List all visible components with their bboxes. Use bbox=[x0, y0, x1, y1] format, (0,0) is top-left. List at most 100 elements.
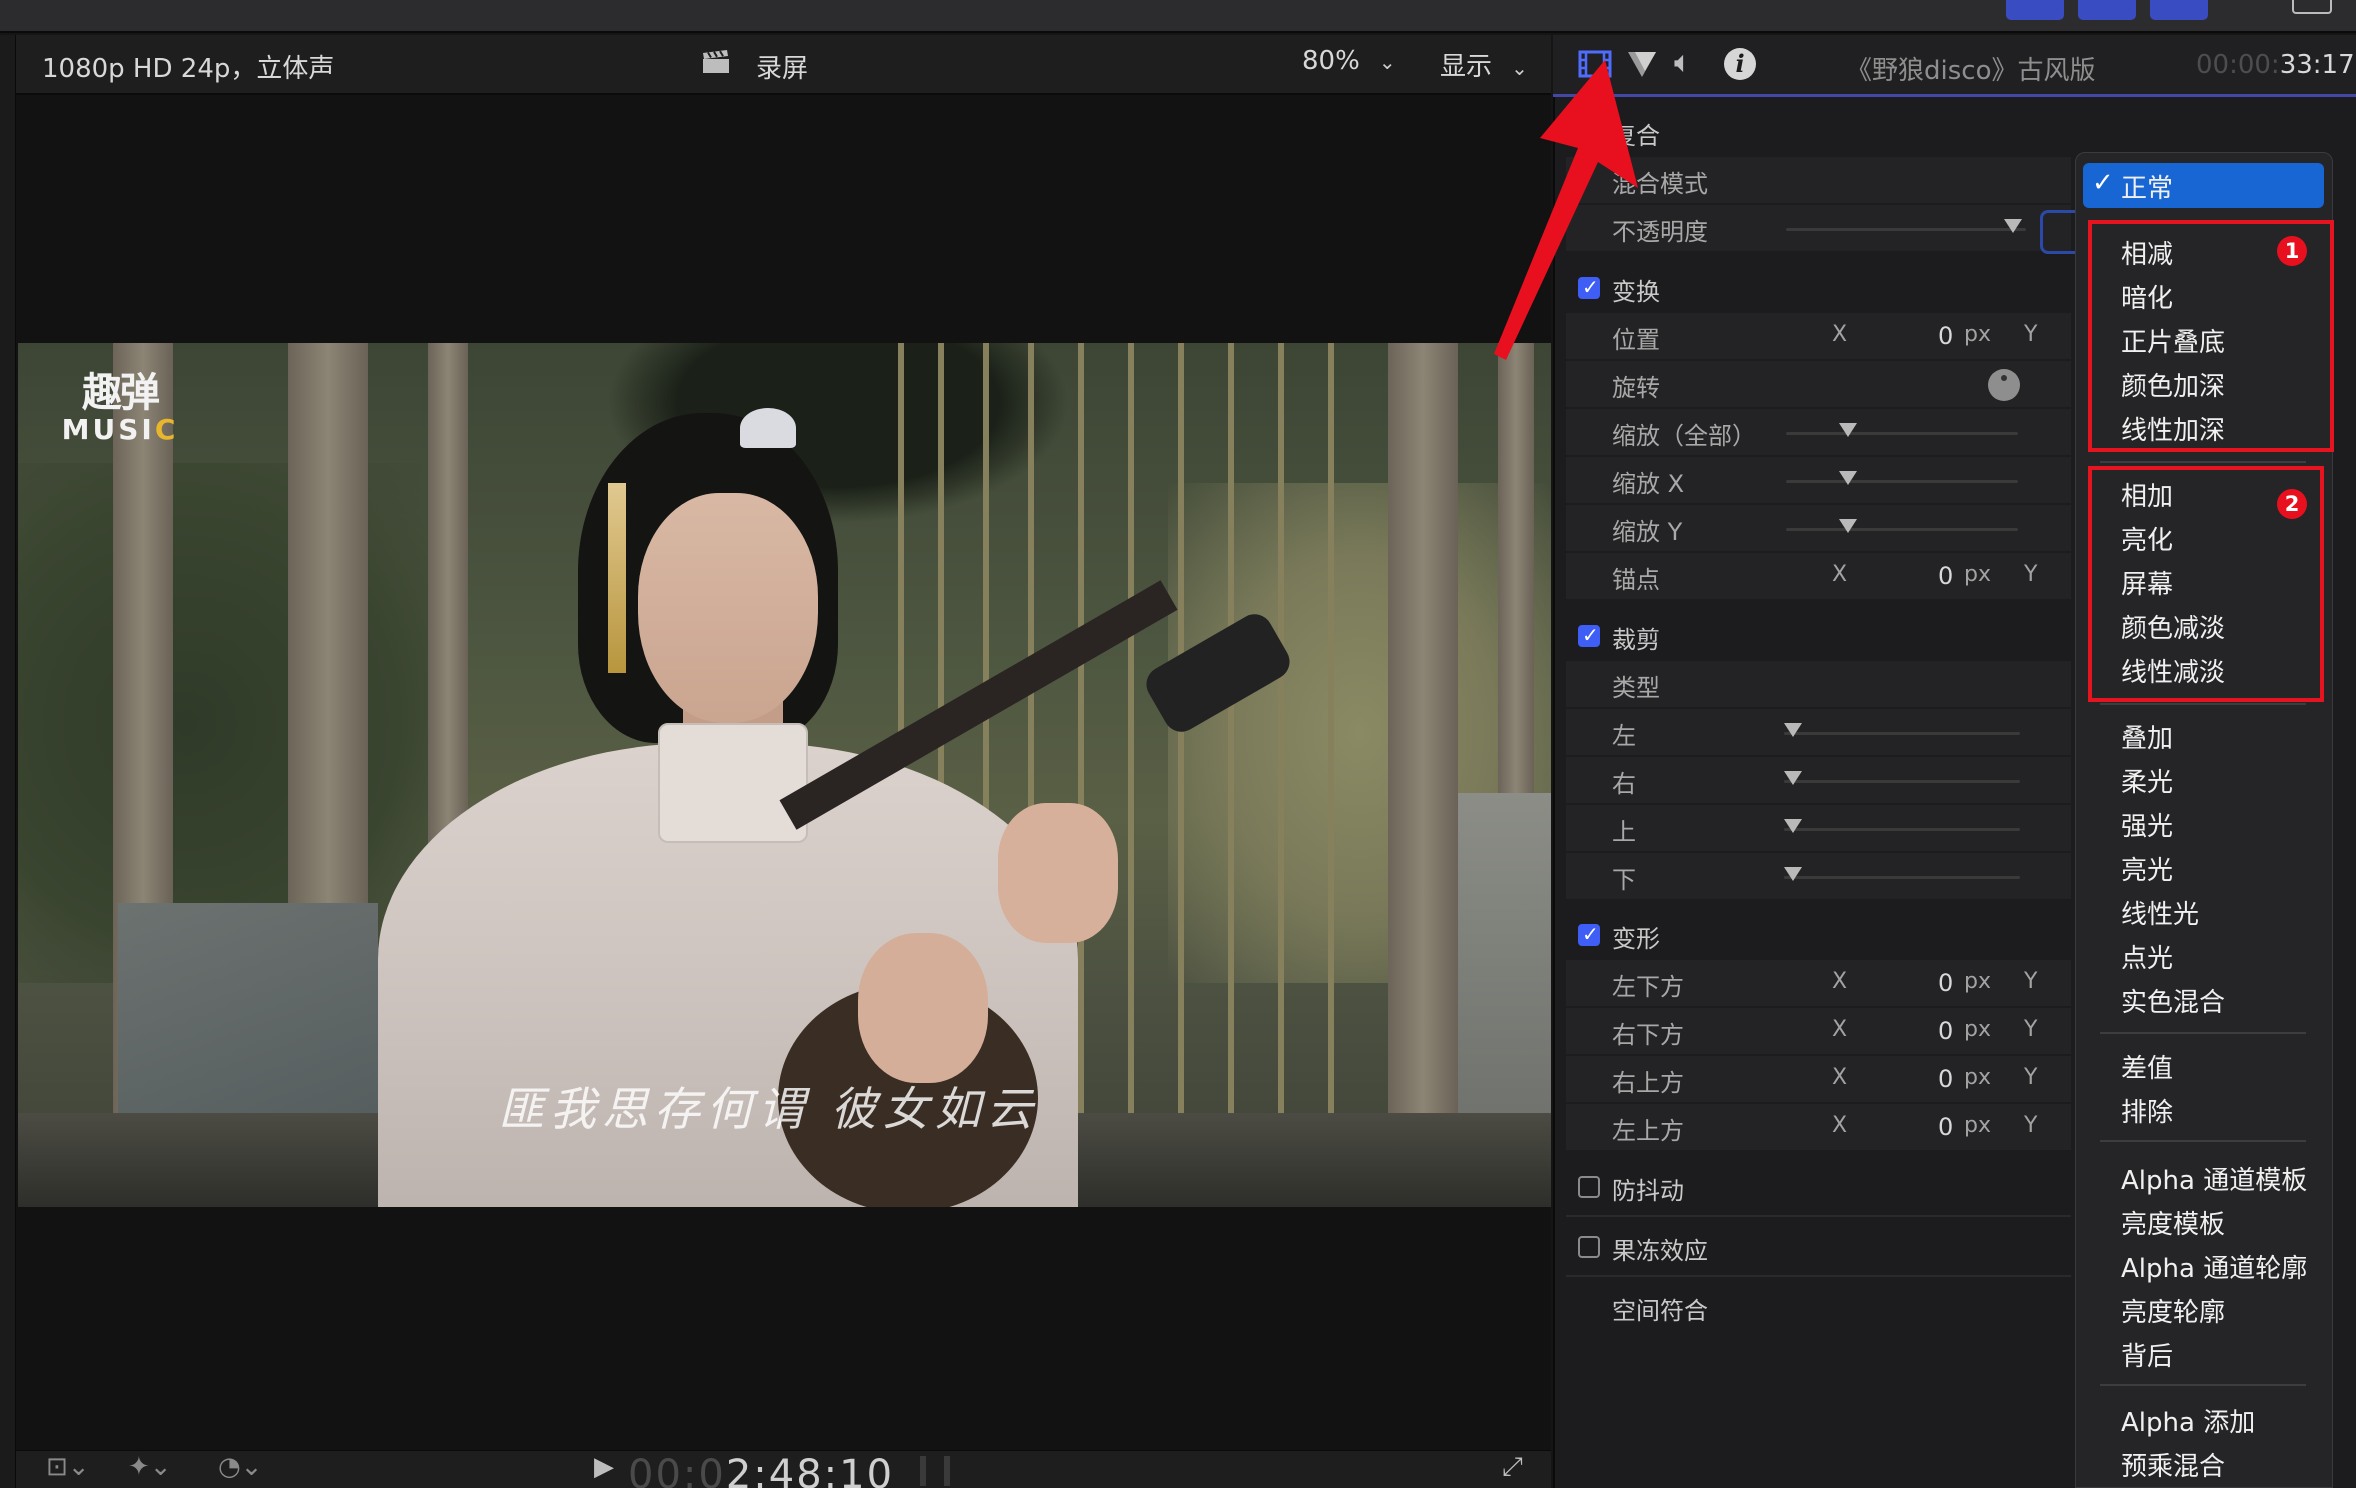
menu-separator bbox=[2100, 461, 2306, 463]
crop-right-slider-thumb[interactable] bbox=[1784, 771, 1802, 785]
blend-option[interactable]: Alpha 通道轮廓 bbox=[2121, 1248, 2307, 1285]
zoom-value: 80% bbox=[1302, 46, 1360, 76]
clapper-icon bbox=[702, 50, 730, 74]
app-window: 1080p HD 24p，立体声 录屏 80% ⌄ 显示 ⌄ 趣弹 MUSIC … bbox=[0, 0, 2356, 1488]
rolling-shutter-checkbox[interactable] bbox=[1578, 1236, 1600, 1258]
distort-y-label: Y bbox=[2024, 1113, 2038, 1138]
crop-left-slider-thumb[interactable] bbox=[1784, 723, 1802, 737]
crop-bottom-slider-thumb[interactable] bbox=[1784, 867, 1802, 881]
window-icon[interactable] bbox=[2292, 0, 2332, 14]
opacity-slider-thumb[interactable] bbox=[2004, 219, 2022, 233]
crop-left-slider[interactable] bbox=[1784, 732, 2020, 735]
toolbar-inspector-toggle-button[interactable] bbox=[2150, 0, 2208, 20]
viewer-format-label: 1080p HD 24p，立体声 bbox=[42, 54, 335, 84]
playhead-timecode: 00:02:48:10 bbox=[628, 1452, 895, 1488]
toolbar-layout-button[interactable] bbox=[2006, 0, 2064, 20]
blend-option[interactable]: 排除 bbox=[2121, 1092, 2173, 1129]
inspector-duration: 00:00:33:17 bbox=[2196, 50, 2355, 80]
distort-x-value[interactable]: 0 bbox=[1938, 969, 1953, 997]
position-x-label: X bbox=[1832, 322, 1848, 347]
blend-option[interactable]: 差值 bbox=[2121, 1048, 2173, 1085]
distort-y-label: Y bbox=[2024, 1065, 2038, 1090]
distort-checkbox[interactable] bbox=[1578, 922, 1600, 946]
blend-option[interactable]: Alpha 添加 bbox=[2121, 1402, 2255, 1439]
blend-option[interactable]: 亮光 bbox=[2121, 850, 2173, 887]
distort-x-label: X bbox=[1832, 1113, 1848, 1138]
magic-wand-icon[interactable]: ✦⌄ bbox=[128, 1452, 172, 1482]
crop-checkbox[interactable] bbox=[1578, 623, 1600, 647]
blend-option[interactable]: 线性光 bbox=[2121, 894, 2199, 931]
anchor-x-value[interactable]: 0 bbox=[1938, 562, 1953, 590]
blend-option[interactable]: 强光 bbox=[2121, 806, 2173, 843]
person-hand bbox=[858, 933, 988, 1083]
unit-px: px bbox=[1964, 322, 1991, 347]
toolbar-layout-button[interactable] bbox=[2078, 0, 2136, 20]
info-icon[interactable]: i bbox=[1724, 48, 1756, 80]
scale-x-slider[interactable] bbox=[1786, 480, 2018, 483]
distort-top-left-label: 左上方 bbox=[1612, 1117, 1684, 1145]
blend-option[interactable]: 柔光 bbox=[2121, 762, 2173, 799]
blend-option[interactable]: 背后 bbox=[2121, 1336, 2173, 1373]
distort-x-value[interactable]: 0 bbox=[1938, 1065, 1953, 1093]
unit-px: px bbox=[1964, 1113, 1991, 1138]
blend-option[interactable]: 叠加 bbox=[2121, 718, 2173, 755]
section-stabilization[interactable]: 防抖动 bbox=[1612, 1171, 1684, 1206]
person-collar bbox=[658, 723, 808, 843]
scale-all-slider[interactable] bbox=[1786, 432, 2018, 435]
section-spatial-conform[interactable]: 空间符合 bbox=[1612, 1291, 1708, 1326]
distort-y-label: Y bbox=[2024, 969, 2038, 994]
blend-option[interactable]: Alpha 通道模板 bbox=[2121, 1160, 2307, 1197]
scale-y-slider-thumb[interactable] bbox=[1839, 519, 1857, 533]
chevron-down-icon: ⌄ bbox=[1378, 50, 1396, 74]
opacity-slider[interactable] bbox=[1786, 228, 2026, 231]
ukulele-neck bbox=[779, 580, 1178, 830]
distort-bottom-right-label: 右下方 bbox=[1612, 1021, 1684, 1049]
annotation-badge: 2 bbox=[2277, 489, 2307, 519]
divider bbox=[1566, 1275, 2071, 1277]
opacity-value-field[interactable] bbox=[2040, 210, 2080, 254]
speed-gauge-icon[interactable]: ◔⌄ bbox=[218, 1452, 262, 1482]
person-face bbox=[638, 493, 818, 723]
blend-option[interactable]: 点光 bbox=[2121, 938, 2173, 975]
top-toolbar-strip bbox=[0, 0, 2356, 33]
audio-meter bbox=[944, 1456, 950, 1486]
crop-top-slider-thumb[interactable] bbox=[1784, 819, 1802, 833]
audio-inspector-icon[interactable]: 🔈︎ bbox=[1674, 45, 1692, 80]
scale-all-label: 缩放（全部） bbox=[1612, 422, 1756, 450]
scale-y-slider[interactable] bbox=[1786, 528, 2018, 531]
crop-top-label: 上 bbox=[1612, 818, 1636, 846]
scale-x-slider-thumb[interactable] bbox=[1839, 471, 1857, 485]
blend-option[interactable]: 亮度轮廓 bbox=[2121, 1292, 2225, 1329]
crop-top-slider[interactable] bbox=[1784, 828, 2020, 831]
viewer-title: 录屏 bbox=[756, 54, 809, 84]
scale-x-label: 缩放 X bbox=[1612, 470, 1685, 498]
crop-right-slider[interactable] bbox=[1784, 780, 2020, 783]
section-crop[interactable]: 裁剪 bbox=[1612, 620, 1660, 655]
crop-tool-icon[interactable]: ⊡⌄ bbox=[46, 1452, 90, 1482]
distort-x-value[interactable]: 0 bbox=[1938, 1017, 1953, 1045]
section-distort[interactable]: 变形 bbox=[1612, 919, 1660, 954]
play-icon[interactable]: ▶ bbox=[594, 1452, 614, 1482]
distort-x-label: X bbox=[1832, 969, 1848, 994]
anchor-y-label: Y bbox=[2024, 562, 2038, 587]
blend-option[interactable]: 亮度模板 bbox=[2121, 1204, 2225, 1241]
inspector-clip-title: 《野狼disco》古风版 bbox=[1846, 56, 2096, 86]
distort-x-value[interactable]: 0 bbox=[1938, 1113, 1953, 1141]
annotation-badge: 1 bbox=[2277, 236, 2307, 266]
unit-px: px bbox=[1964, 562, 1991, 587]
blend-option[interactable]: 实色混合 bbox=[2121, 982, 2225, 1019]
crop-bottom-slider[interactable] bbox=[1784, 876, 2020, 879]
scale-all-slider-thumb[interactable] bbox=[1839, 423, 1857, 437]
video-frame[interactable]: 趣弹 MUSIC 匪我思存何谓 彼女如云 bbox=[18, 343, 1551, 1207]
section-rolling-shutter[interactable]: 果冻效应 bbox=[1612, 1231, 1708, 1266]
audio-meter bbox=[920, 1456, 926, 1486]
rotation-dial[interactable] bbox=[1988, 369, 2020, 401]
stabilization-checkbox[interactable] bbox=[1578, 1176, 1600, 1198]
position-x-value[interactable]: 0 bbox=[1938, 322, 1953, 350]
checkmark-icon: ✓ bbox=[2092, 168, 2114, 198]
blend-option[interactable]: 预乘混合 bbox=[2121, 1446, 2225, 1483]
blend-option-normal[interactable] bbox=[2083, 163, 2324, 208]
fullscreen-icon[interactable]: ⤢ bbox=[1502, 1452, 1523, 1483]
menu-separator bbox=[2100, 1140, 2306, 1142]
zoom-menu[interactable]: 80% ⌄ bbox=[1302, 46, 1396, 76]
